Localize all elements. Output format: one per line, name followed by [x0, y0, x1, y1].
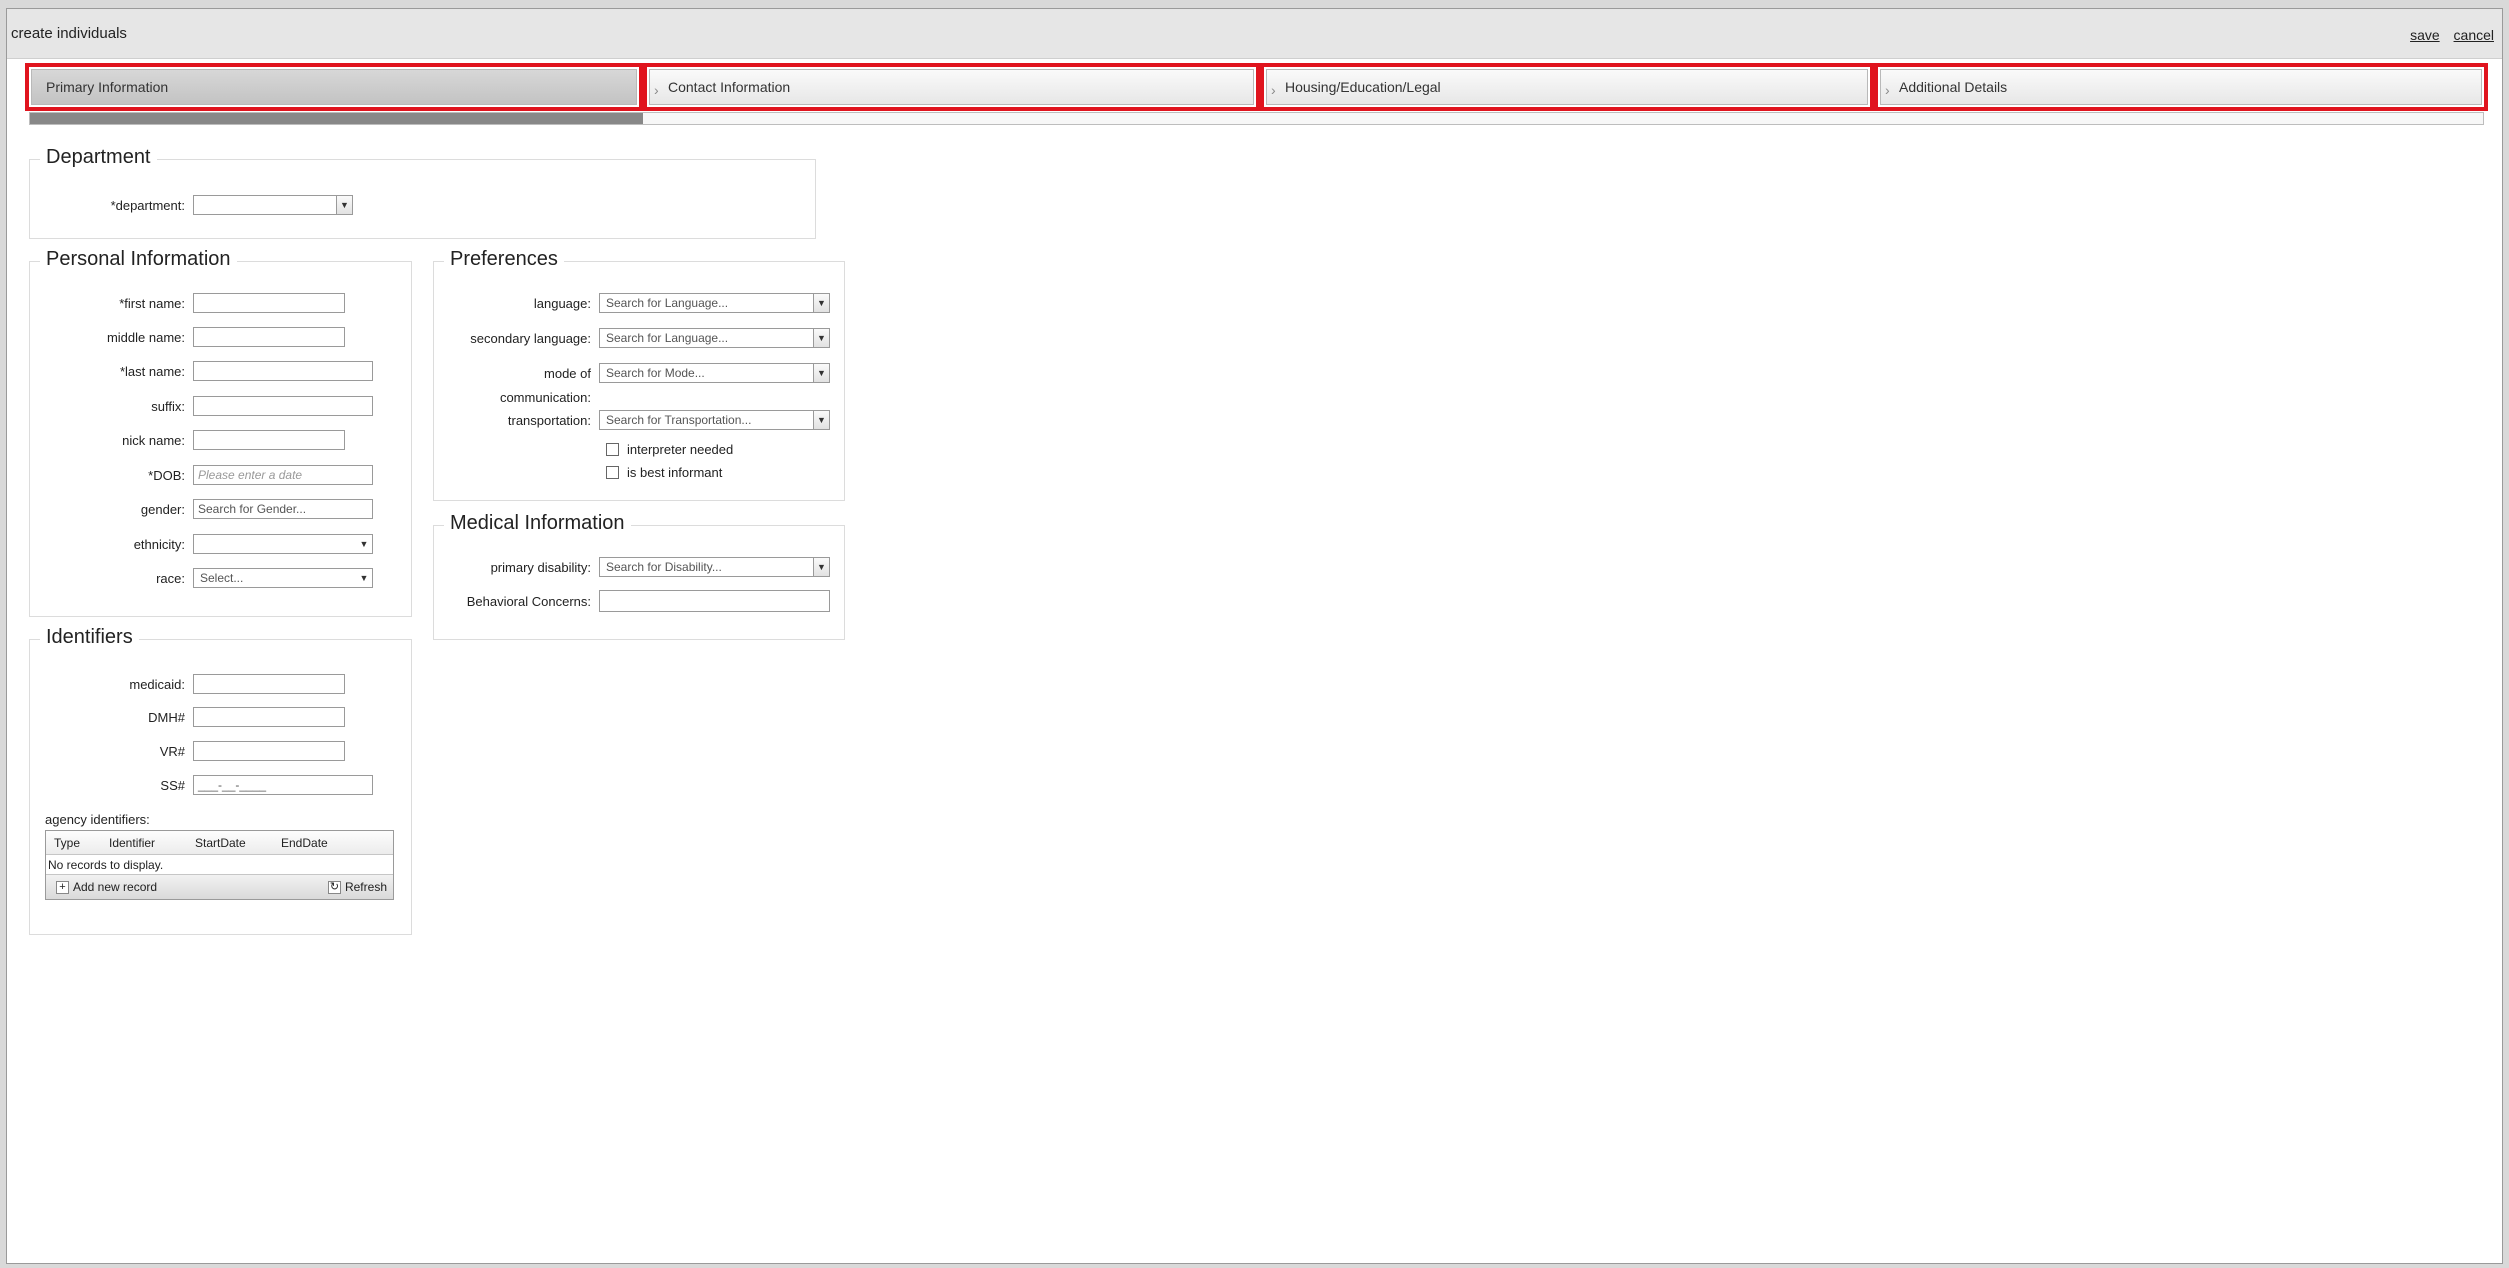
step-additional-details[interactable]: › Additional Details: [1874, 63, 2488, 111]
gender-search-input[interactable]: Search for Gender...: [193, 499, 373, 519]
chevron-down-icon: ▼: [336, 196, 352, 214]
vr-input[interactable]: [193, 741, 345, 761]
medicaid-label: medicaid:: [129, 676, 185, 692]
chevron-right-icon: ›: [1271, 82, 1276, 98]
vr-label: VR#: [159, 743, 185, 759]
transportation-label: transportation:: [507, 412, 591, 428]
agency-identifiers-grid: Type Identifier StartDate EndDate No rec…: [45, 830, 394, 900]
behavioral-concerns-label: Behavioral Concerns:: [466, 593, 591, 609]
chevron-down-icon: ▼: [813, 558, 829, 576]
transportation-combobox[interactable]: Search for Transportation... ▼: [599, 410, 830, 430]
best-informant-checkbox[interactable]: [606, 466, 619, 479]
chevron-down-icon: ▼: [813, 411, 829, 429]
department-section: Department *department: ▼: [29, 146, 816, 239]
grid-footer: + Add new record ↻ Refresh: [46, 875, 393, 899]
gender-label: gender:: [140, 501, 185, 517]
wizard-steps: Primary Information › Contact Informatio…: [25, 63, 2488, 111]
cancel-link[interactable]: cancel: [2454, 27, 2494, 43]
grid-column-enddate[interactable]: EndDate: [273, 836, 353, 850]
secondary-language-label: secondary language:: [470, 330, 591, 346]
suffix-input[interactable]: [193, 396, 373, 416]
language-label: language:: [533, 295, 591, 311]
grid-column-type[interactable]: Type: [46, 836, 101, 850]
primary-disability-combobox[interactable]: Search for Disability... ▼: [599, 557, 830, 577]
step-label: Additional Details: [1899, 79, 2008, 95]
secondary-language-combobox[interactable]: Search for Language... ▼: [599, 328, 830, 348]
dialog-actions: save cancel: [2400, 27, 2494, 43]
agency-identifiers-label: agency identifiers:: [45, 812, 150, 827]
ss-label: SS#: [160, 777, 185, 793]
middle-name-input[interactable]: [193, 327, 345, 347]
mode-of-label: mode of: [544, 365, 591, 381]
ss-masked-input[interactable]: ___-__-____: [193, 775, 373, 795]
grid-header: Type Identifier StartDate EndDate: [46, 831, 393, 855]
nick-name-input[interactable]: [193, 430, 345, 450]
department-select[interactable]: ▼: [193, 195, 353, 215]
preferences-section: Preferences language: Search for Languag…: [433, 248, 845, 501]
identifiers-legend: Identifiers: [40, 626, 139, 649]
preferences-legend: Preferences: [444, 248, 564, 271]
step-label: Primary Information: [46, 79, 169, 95]
medical-information-section: Medical Information primary disability: …: [433, 512, 845, 640]
ethnicity-select[interactable]: ▼: [193, 534, 373, 554]
create-individuals-dialog: create individuals save cancel Primary I…: [6, 8, 2503, 1264]
step-label: Housing/Education/Legal: [1285, 79, 1441, 95]
last-name-label: *last name:: [119, 363, 185, 379]
dob-date-input[interactable]: Please enter a date: [193, 465, 373, 485]
grid-column-startdate[interactable]: StartDate: [187, 836, 273, 850]
step-housing-education-legal[interactable]: › Housing/Education/Legal: [1260, 63, 1874, 111]
step-contact-information[interactable]: › Contact Information: [643, 63, 1260, 111]
chevron-down-icon: ▼: [813, 329, 829, 347]
middle-name-label: middle name:: [106, 329, 185, 345]
refresh-icon: ↻: [327, 880, 341, 894]
primary-disability-label: primary disability:: [490, 559, 591, 575]
identifiers-section: Identifiers medicaid: DMH# VR# SS# ___-_…: [29, 626, 412, 935]
department-label: *department:: [110, 197, 185, 213]
grid-column-identifier[interactable]: Identifier: [101, 836, 187, 850]
grid-empty-message: No records to display.: [46, 855, 393, 875]
personal-information-section: Personal Information *first name: middle…: [29, 248, 412, 617]
personal-information-legend: Personal Information: [40, 248, 237, 271]
race-select[interactable]: Select... ▼: [193, 568, 373, 588]
chevron-down-icon: ▼: [356, 535, 372, 553]
chevron-right-icon: ›: [654, 82, 659, 98]
plus-icon: +: [56, 880, 69, 894]
language-combobox[interactable]: Search for Language... ▼: [599, 293, 830, 313]
medicaid-input[interactable]: [193, 674, 345, 694]
wizard-progress-bar: [29, 112, 2484, 125]
step-primary-information[interactable]: Primary Information: [25, 63, 643, 111]
first-name-input[interactable]: [193, 293, 345, 313]
dmh-label: DMH#: [148, 709, 185, 725]
mode-of-communication-combobox[interactable]: Search for Mode... ▼: [599, 363, 830, 383]
interpreter-needed-checkbox[interactable]: [606, 443, 619, 456]
chevron-down-icon: ▼: [813, 364, 829, 382]
communication-label: communication:: [499, 389, 591, 405]
medical-information-legend: Medical Information: [444, 512, 631, 535]
department-legend: Department: [40, 146, 157, 169]
behavioral-concerns-input[interactable]: [599, 590, 830, 612]
best-informant-option[interactable]: is best informant: [606, 465, 722, 480]
save-link[interactable]: save: [2410, 27, 2440, 43]
ethnicity-label: ethnicity:: [133, 536, 185, 552]
refresh-button[interactable]: ↻ Refresh: [327, 880, 387, 894]
interpreter-needed-option[interactable]: interpreter needed: [606, 442, 733, 457]
nick-name-label: nick name:: [122, 432, 185, 448]
suffix-label: suffix:: [151, 398, 185, 414]
dialog-titlebar: create individuals save cancel: [7, 9, 2502, 59]
dialog-title: create individuals: [11, 25, 127, 42]
step-label: Contact Information: [668, 79, 791, 95]
wizard-progress-fill: [30, 113, 644, 124]
first-name-label: *first name:: [119, 295, 185, 311]
chevron-down-icon: ▼: [813, 294, 829, 312]
add-new-record-button[interactable]: + Add new record: [56, 880, 157, 894]
chevron-right-icon: ›: [1885, 82, 1890, 98]
dmh-input[interactable]: [193, 707, 345, 727]
race-label: race:: [156, 570, 185, 586]
dob-label: *DOB:: [148, 467, 185, 483]
chevron-down-icon: ▼: [356, 569, 372, 587]
last-name-input[interactable]: [193, 361, 373, 381]
